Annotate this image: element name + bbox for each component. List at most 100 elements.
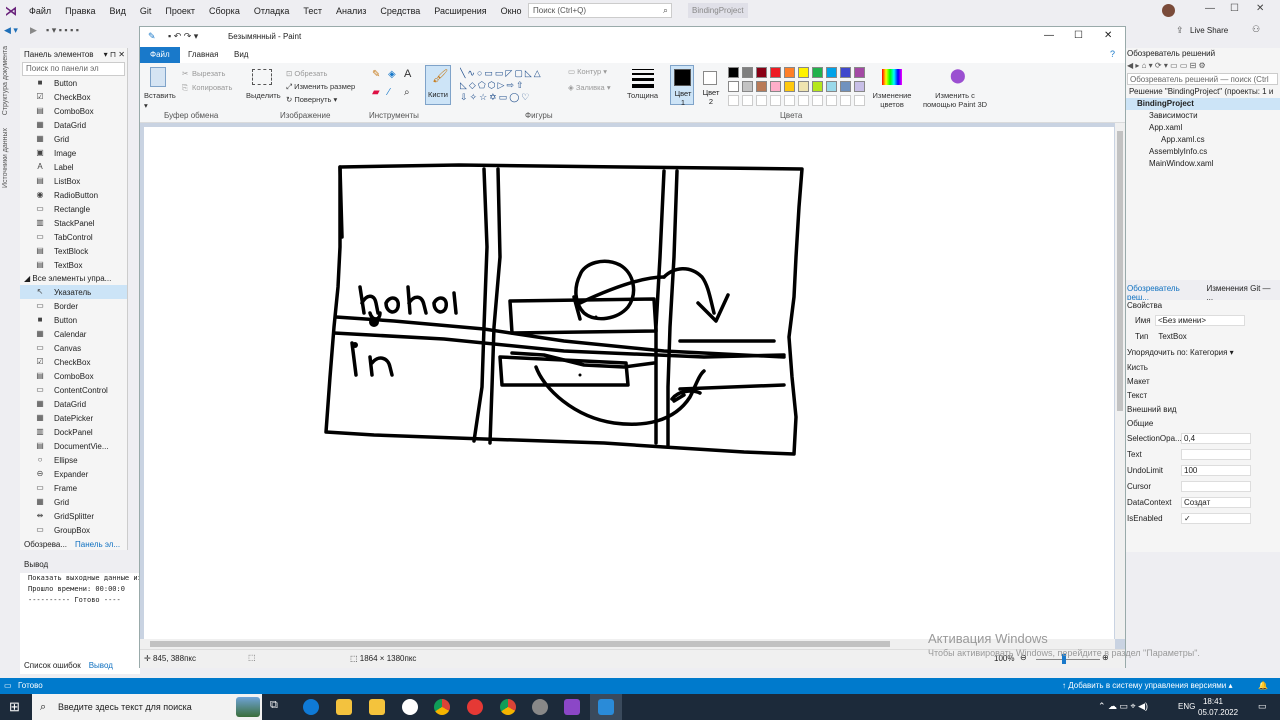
edit-colors-icon[interactable] [882, 69, 902, 85]
tab-home[interactable]: Главная [178, 47, 228, 63]
solution-tree-item[interactable]: Зависимости [1125, 110, 1280, 122]
paste-dropdown-icon[interactable]: ▾ [144, 101, 148, 110]
select-icon[interactable] [252, 69, 272, 85]
notification-center-icon[interactable]: ▭ [1258, 701, 1267, 712]
palette-color-swatch[interactable] [812, 81, 823, 92]
menu-edit[interactable]: Правка [58, 0, 102, 22]
tab-file[interactable]: Файл [140, 47, 180, 63]
menu-git[interactable]: Git [133, 0, 159, 22]
output-line[interactable]: Показать выходные данные из [20, 573, 140, 584]
property-sort-dropdown[interactable]: Упорядочить по: Категория ▾ [1125, 344, 1280, 360]
yandex-icon[interactable] [467, 699, 483, 715]
toolbox-item[interactable]: ▭ TabControl [20, 230, 127, 244]
property-value-input[interactable] [1181, 480, 1251, 492]
toolbox-item[interactable]: ▤ DocumentVie... [20, 439, 127, 453]
rotate-button[interactable]: ↻ Повернуть ▾ [286, 95, 337, 104]
toolbox-item[interactable]: ▭ Canvas [20, 341, 127, 355]
shapes-gallery[interactable]: ╲∿○▭▭◸▢◺△ ◺◇⬠⬡▷⇨⇧ ⇩✧☆✡▭◯♡ [460, 67, 558, 105]
property-value-input[interactable]: 100 [1181, 464, 1251, 476]
color1-button[interactable]: Цвет 1 [670, 65, 694, 107]
toolbox-item[interactable]: ■ Button [20, 313, 127, 327]
palette-color-swatch[interactable] [784, 81, 795, 92]
menu-build[interactable]: Сборка [202, 0, 247, 22]
paste-button[interactable]: Вставить [144, 91, 176, 100]
palette-color-swatch[interactable] [840, 81, 851, 92]
toolbox-item[interactable]: ▤ TextBox [20, 258, 127, 272]
paint-canvas[interactable] [144, 127, 1114, 642]
toolbox-item[interactable]: ▣ Image [20, 146, 127, 160]
zoom-slider[interactable] [1036, 659, 1100, 660]
palette-custom-swatch[interactable] [784, 95, 795, 106]
palette-color-swatch[interactable] [756, 81, 767, 92]
live-share-button[interactable]: Live Share [1190, 26, 1228, 35]
fill-shape-button[interactable]: ◈ Заливка ▾ [568, 83, 611, 92]
yandex-browser-icon[interactable] [402, 699, 418, 715]
paint3d-button[interactable]: Изменить с помощью Paint 3D [920, 91, 990, 109]
quick-access-icons[interactable]: ▪ ↶ ↷ ▾ [168, 31, 198, 42]
palette-color-swatch[interactable] [854, 81, 865, 92]
avatar[interactable] [1162, 4, 1175, 17]
maximize-icon[interactable]: ☐ [1074, 30, 1083, 41]
edit-colors-button[interactable]: Изменение цветов [872, 91, 912, 109]
paint3d-icon[interactable]: ⬤ [950, 67, 966, 84]
palette-color-swatch[interactable] [854, 67, 865, 78]
menu-extensions[interactable]: Расширения [427, 0, 493, 22]
palette-custom-swatch[interactable] [770, 95, 781, 106]
property-category[interactable]: Общие [1125, 416, 1280, 430]
property-category[interactable]: Текст [1125, 388, 1280, 402]
taskbar-search-input[interactable]: ⌕ Введите здесь текст для поиска [32, 694, 262, 720]
toolbox-item[interactable]: ▦ Grid [20, 132, 127, 146]
scroll-thumb[interactable] [1117, 131, 1123, 411]
close-icon[interactable]: ✕ [1104, 30, 1112, 41]
crop-button[interactable]: ⊡ Обрезать [286, 69, 327, 78]
solution-search-input[interactable]: Обозреватель решений — поиск (Ctrl [1127, 73, 1278, 85]
tab-document-explorer[interactable]: Обозрева... [20, 538, 71, 552]
vs-search-input[interactable]: Поиск (Ctrl+Q) ⌕ [528, 3, 672, 18]
color2-button[interactable]: Цвет 2 [700, 65, 722, 106]
palette-color-swatch[interactable] [812, 67, 823, 78]
solution-tree-item[interactable]: AssemblyInfo.cs [1125, 146, 1280, 158]
palette-color-swatch[interactable] [728, 81, 739, 92]
property-value-input[interactable]: Создат [1181, 496, 1251, 508]
toolbox-search-input[interactable]: Поиск по панели эл [22, 62, 125, 76]
property-value-input[interactable] [1181, 448, 1251, 460]
source-control-button[interactable]: ↑ Добавить в систему управления версиями… [1062, 678, 1233, 694]
toolbox-item[interactable]: ▦ Grid [20, 495, 127, 509]
toolbox-item[interactable]: ▤ ComboBox [20, 369, 127, 383]
pencil-icon[interactable]: ✎ [372, 69, 380, 80]
property-value-input[interactable]: 0,4 [1181, 432, 1251, 444]
select-button[interactable]: Выделить [246, 91, 281, 100]
store-icon[interactable] [369, 699, 385, 715]
palette-color-swatch[interactable] [784, 67, 795, 78]
copy-button[interactable]: Копировать [192, 83, 232, 92]
menu-view[interactable]: Вид [103, 0, 133, 22]
palette-custom-swatch[interactable] [812, 95, 823, 106]
close-icon[interactable]: ▾ ⊓ ✕ [104, 48, 127, 62]
brushes-button[interactable]: 🖌 Кисти [425, 65, 451, 105]
toolbox-item[interactable]: ■ Button [20, 76, 127, 90]
eraser-icon[interactable]: ▰ [372, 87, 380, 98]
toolbox-item[interactable]: ▤ ComboBox [20, 104, 127, 118]
scroll-thumb[interactable] [150, 641, 890, 647]
color-picker-icon[interactable]: ⁄ [388, 87, 390, 98]
property-name-input[interactable]: <Без имени> [1155, 314, 1245, 326]
minimize-icon[interactable]: — [1044, 30, 1054, 41]
menu-tools[interactable]: Средства [373, 0, 427, 22]
text-icon[interactable]: A [404, 68, 411, 80]
palette-color-swatch[interactable] [826, 67, 837, 78]
menu-file[interactable]: Файл [22, 0, 58, 22]
palette-color-swatch[interactable] [826, 81, 837, 92]
help-icon[interactable]: ? [1110, 49, 1115, 59]
toolbox-item[interactable]: ⇹ GridSplitter [20, 509, 127, 523]
palette-color-swatch[interactable] [756, 67, 767, 78]
magnifier-icon[interactable]: ⌕ [404, 87, 410, 98]
tab-error-list[interactable]: Список ошибок [20, 660, 85, 674]
tray-icons[interactable]: ⌃ ☁ ▭ ⌖ ◀) [1098, 701, 1148, 712]
toolbox-item[interactable]: ☑ CheckBox [20, 90, 127, 104]
palette-custom-swatch[interactable] [756, 95, 767, 106]
toolbox-item[interactable]: ◉ RadioButton [20, 188, 127, 202]
menu-window[interactable]: Окно [494, 0, 529, 22]
palette-custom-swatch[interactable] [840, 95, 851, 106]
tab-git-changes[interactable]: Изменения Git — ... [1204, 282, 1280, 302]
forward-icon[interactable]: ▶ [30, 25, 37, 36]
